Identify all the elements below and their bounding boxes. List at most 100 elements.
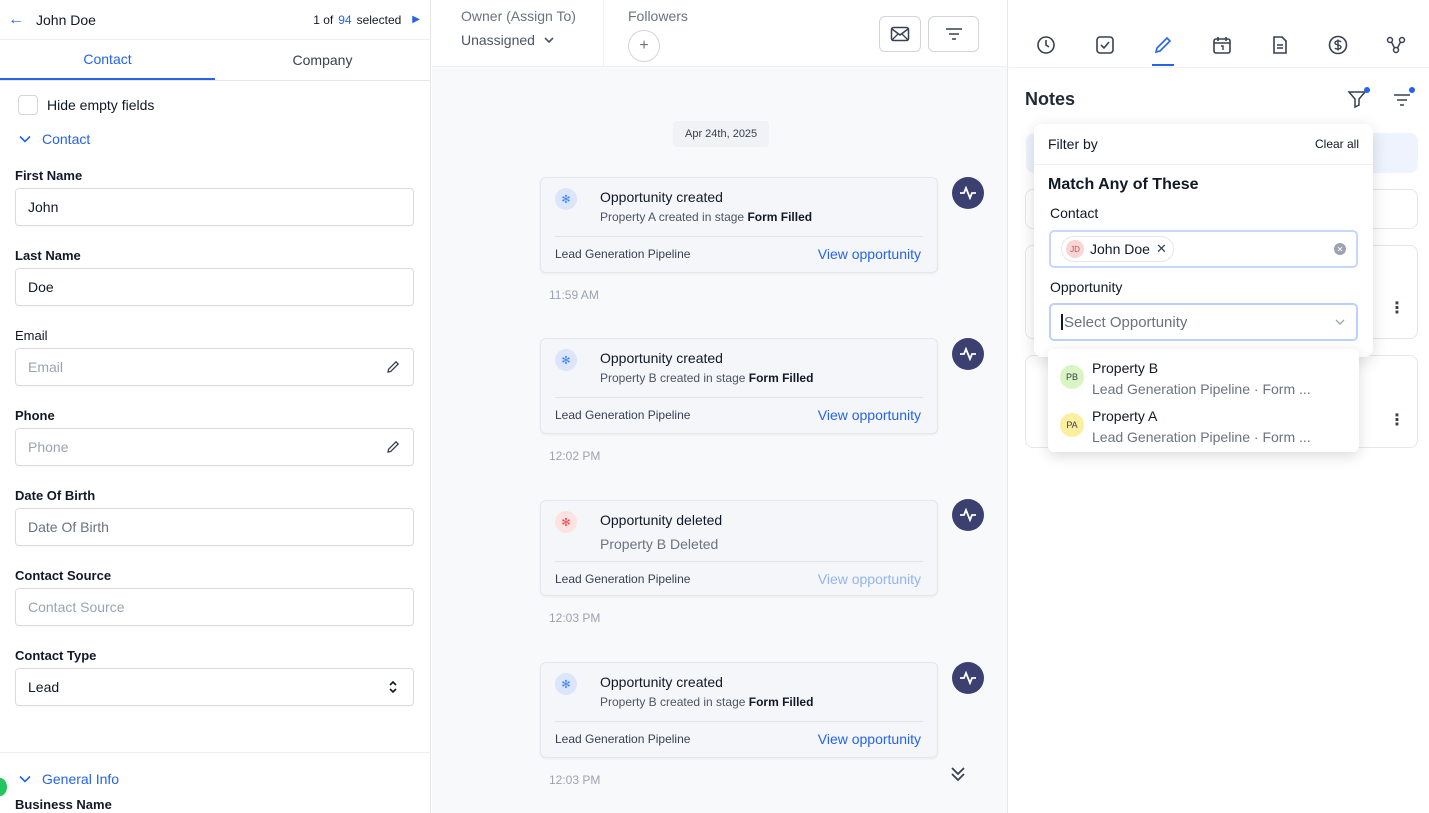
email-label: Email bbox=[15, 328, 48, 343]
notes-pencil-icon[interactable] bbox=[1152, 34, 1174, 56]
activity-badge bbox=[952, 662, 984, 694]
opportunity-deleted-icon: ✻ bbox=[555, 511, 577, 533]
general-info-toggle[interactable]: General Info bbox=[0, 753, 430, 787]
view-opportunity-link[interactable]: View opportunity bbox=[818, 246, 921, 262]
dob-input[interactable]: Date Of Birth bbox=[15, 508, 414, 546]
tab-contact[interactable]: Contact bbox=[0, 40, 215, 80]
owner-dropdown[interactable]: Unassigned bbox=[461, 32, 603, 48]
first-name-value: John bbox=[28, 199, 59, 215]
contact-type-field: Contact Type Lead bbox=[0, 648, 430, 706]
timeline-event: ✻ Opportunity created Property B created… bbox=[540, 338, 938, 434]
email-button[interactable] bbox=[879, 16, 921, 52]
timeline-header: Owner (Assign To) Unassigned Followers + bbox=[432, 0, 1007, 67]
option-subtitle: Lead Generation Pipeline · Form ... bbox=[1092, 429, 1311, 445]
chevron-down-icon bbox=[19, 135, 31, 143]
owner-value: Unassigned bbox=[461, 32, 535, 48]
event-title: Opportunity created bbox=[600, 189, 723, 205]
pager-count[interactable]: 94 bbox=[338, 13, 351, 27]
activity-badge bbox=[952, 499, 984, 531]
notes-sort-button[interactable] bbox=[1391, 87, 1415, 110]
hide-empty-checkbox[interactable] bbox=[18, 95, 38, 115]
contact-type-select[interactable]: Lead bbox=[15, 668, 414, 706]
more-options-icon[interactable]: ⋮ bbox=[1389, 410, 1405, 430]
event-pipeline: Lead Generation Pipeline bbox=[555, 732, 691, 746]
task-checkbox-icon[interactable] bbox=[1094, 34, 1116, 56]
contact-section-toggle[interactable]: Contact bbox=[0, 115, 430, 147]
chevron-down-icon bbox=[544, 37, 554, 44]
dob-field: Date Of Birth Date Of Birth bbox=[0, 488, 430, 546]
hide-empty-toggle[interactable]: Hide empty fields bbox=[0, 81, 430, 115]
opportunity-filter-label: Opportunity bbox=[1050, 279, 1123, 295]
calendar-icon[interactable] bbox=[1211, 34, 1233, 56]
scroll-to-bottom-icon[interactable] bbox=[948, 764, 968, 784]
filter-lines-button[interactable] bbox=[928, 16, 979, 52]
chevron-down-icon bbox=[19, 775, 31, 783]
contact-source-input[interactable]: Contact Source bbox=[15, 588, 414, 626]
opportunity-option[interactable]: PA Property A Lead Generation Pipeline ·… bbox=[1048, 400, 1359, 448]
notes-filter-button[interactable] bbox=[1346, 87, 1370, 110]
event-divider bbox=[555, 397, 923, 398]
clear-all-button[interactable]: Clear all bbox=[1315, 137, 1359, 151]
last-name-input[interactable]: Doe bbox=[15, 268, 414, 306]
opportunity-icon: ✻ bbox=[555, 188, 577, 210]
history-icon[interactable] bbox=[1035, 34, 1057, 56]
last-name-label: Last Name bbox=[15, 248, 81, 263]
tabs-divider bbox=[1009, 67, 1429, 68]
contact-chip-name: John Doe bbox=[1090, 241, 1150, 257]
remove-chip-icon[interactable]: ✕ bbox=[1156, 241, 1167, 257]
owner-section: Owner (Assign To) Unassigned bbox=[432, 0, 604, 66]
event-subtitle: Property A created in stage Form Filled bbox=[600, 210, 812, 224]
back-arrow-icon[interactable]: ← bbox=[8, 11, 30, 29]
notes-title: Notes bbox=[1025, 89, 1076, 109]
event-title: Opportunity deleted bbox=[600, 512, 723, 528]
view-opportunity-link[interactable]: View opportunity bbox=[818, 407, 921, 423]
add-follower-button[interactable]: + bbox=[628, 30, 660, 62]
opportunity-icon: ✻ bbox=[555, 349, 577, 371]
workflow-icon[interactable] bbox=[1385, 34, 1407, 56]
timeline-event: ✻ Opportunity created Property B created… bbox=[540, 662, 938, 758]
contact-chip-avatar: JD bbox=[1066, 240, 1084, 258]
contact-details-panel: ← John Doe 1 of 94 selected ▶ Contact Co… bbox=[0, 0, 431, 813]
contact-chip: JD John Doe ✕ bbox=[1061, 236, 1174, 262]
event-stage: Form Filled bbox=[748, 695, 814, 709]
pencil-icon[interactable] bbox=[385, 439, 401, 455]
event-pipeline: Lead Generation Pipeline bbox=[555, 572, 691, 586]
contact-filter-select[interactable]: JD John Doe ✕ ✕ bbox=[1049, 230, 1358, 268]
contact-type-value: Lead bbox=[28, 679, 60, 695]
contact-section-label: Contact bbox=[42, 131, 91, 147]
followers-section: Followers + bbox=[604, 0, 688, 66]
event-time: 12:02 PM bbox=[549, 449, 601, 463]
pencil-icon[interactable] bbox=[385, 359, 401, 375]
filter-header: Filter by Clear all bbox=[1034, 124, 1373, 165]
first-name-input[interactable]: John bbox=[15, 188, 414, 226]
clear-selection-icon[interactable]: ✕ bbox=[1334, 243, 1346, 255]
dollar-icon[interactable] bbox=[1327, 34, 1349, 56]
document-icon[interactable] bbox=[1269, 34, 1291, 56]
event-time: 11:59 AM bbox=[549, 288, 599, 302]
opportunity-option[interactable]: PB Property B Lead Generation Pipeline ·… bbox=[1048, 352, 1359, 400]
mail-icon bbox=[890, 26, 910, 42]
activity-pulse-icon bbox=[960, 347, 976, 361]
option-name: Property B bbox=[1092, 360, 1159, 376]
next-record-icon[interactable]: ▶ bbox=[412, 14, 420, 25]
tab-company[interactable]: Company bbox=[215, 40, 430, 80]
event-title: Opportunity created bbox=[600, 674, 723, 690]
more-options-icon[interactable]: ⋮ bbox=[1389, 298, 1405, 318]
opportunity-placeholder: Select Opportunity bbox=[1064, 313, 1188, 331]
email-input[interactable]: Email bbox=[15, 348, 414, 386]
contact-source-field: Contact Source Contact Source bbox=[0, 568, 430, 626]
opportunity-filter-select[interactable]: Select Opportunity bbox=[1049, 303, 1358, 341]
dob-placeholder: Date Of Birth bbox=[28, 519, 109, 535]
view-opportunity-link[interactable]: View opportunity bbox=[818, 571, 921, 587]
activity-badge bbox=[952, 177, 984, 209]
notes-filter-popover: Filter by Clear all Match Any of These C… bbox=[1034, 124, 1373, 357]
pager-prefix: 1 of bbox=[313, 12, 334, 27]
hide-empty-label: Hide empty fields bbox=[47, 97, 155, 113]
view-opportunity-link[interactable]: View opportunity bbox=[818, 731, 921, 747]
activity-pulse-icon bbox=[960, 186, 976, 200]
phone-input[interactable]: Phone bbox=[15, 428, 414, 466]
contact-name: John Doe bbox=[36, 11, 96, 28]
chevron-down-icon bbox=[1335, 319, 1345, 325]
option-avatar: PB bbox=[1060, 365, 1084, 389]
event-stage: Form Filled bbox=[748, 371, 814, 385]
